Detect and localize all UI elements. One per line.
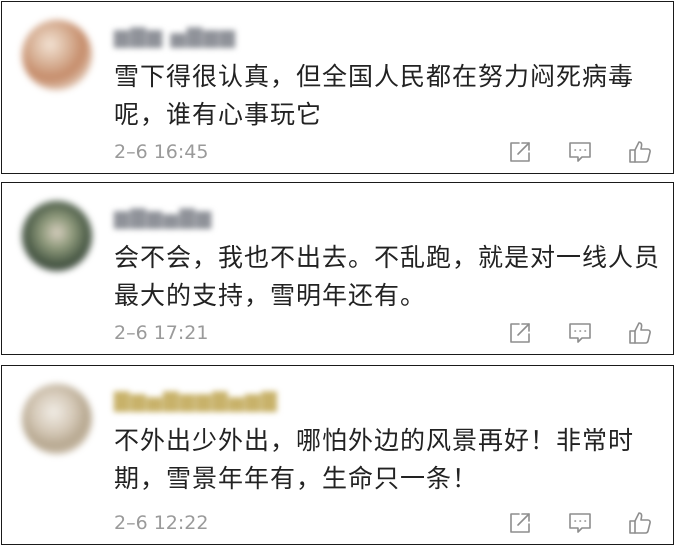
thumbs-up-icon[interactable] (627, 320, 653, 346)
comment-line: 会不会，我也不出去。不乱跑，就是对一线人员 (114, 243, 661, 272)
comment-line: 期，雪景年年有，生命只一条！ (114, 464, 479, 493)
share-icon[interactable] (507, 510, 533, 536)
username[interactable]: ▆▇▆ ▅▇▆▆ (114, 24, 236, 48)
share-icon[interactable] (507, 139, 533, 165)
comment-actions (507, 320, 653, 346)
comment-line: 雪下得很认真，但全国人民都在努力闷死病毒 (114, 62, 635, 91)
comment-actions (507, 139, 653, 165)
comment-text: 雪下得很认真，但全国人民都在努力闷死病毒 呢，谁有心事玩它 (114, 58, 654, 134)
comment-icon[interactable] (567, 510, 593, 536)
thumbs-up-icon[interactable] (627, 139, 653, 165)
comment-card: ▆▇▆ ▅▇▆▆ 雪下得很认真，但全国人民都在努力闷死病毒 呢，谁有心事玩它 2… (1, 1, 674, 174)
timestamp: 2–6 17:21 (114, 322, 209, 344)
comment-text: 不外出少外出，哪怕外边的风景再好！非常时 期，雪景年年有，生命只一条！ (114, 422, 654, 498)
avatar[interactable] (22, 201, 92, 271)
comment-text: 会不会，我也不出去。不乱跑，就是对一线人员 最大的支持，雪明年还有。 (114, 239, 661, 315)
comment-line: 最大的支持，雪明年还有。 (114, 281, 427, 310)
avatar[interactable] (22, 384, 92, 454)
comment-card: ▇▆▅▇▆▆▇▅▆▇ 不外出少外出，哪怕外边的风景再好！非常时 期，雪景年年有，… (1, 365, 674, 545)
username[interactable]: ▇▆▅▇▆▆▇▅▆▇ (114, 388, 278, 412)
comment-icon[interactable] (567, 320, 593, 346)
timestamp: 2–6 16:45 (114, 141, 209, 163)
comment-icon[interactable] (567, 139, 593, 165)
comment-card: ▆▇▆▅▇▆ 会不会，我也不出去。不乱跑，就是对一线人员 最大的支持，雪明年还有… (1, 182, 674, 355)
comment-line: 呢，谁有心事玩它 (114, 100, 323, 129)
thumbs-up-icon[interactable] (627, 510, 653, 536)
timestamp: 2–6 12:22 (114, 512, 209, 534)
username[interactable]: ▆▇▆▅▇▆ (114, 205, 212, 229)
avatar[interactable] (22, 20, 92, 90)
share-icon[interactable] (507, 320, 533, 346)
comment-line: 不外出少外出，哪怕外边的风景再好！非常时 (114, 426, 635, 455)
comment-actions (507, 510, 653, 536)
